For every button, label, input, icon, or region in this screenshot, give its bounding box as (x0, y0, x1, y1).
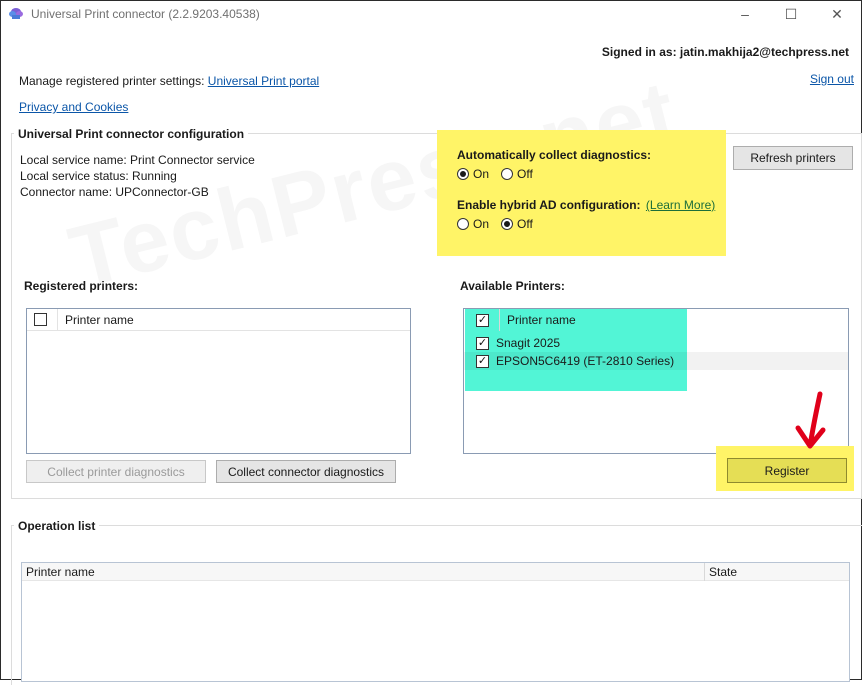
registered-column-printer-name[interactable]: Printer name (65, 313, 134, 327)
collect-connector-diagnostics-button[interactable]: Collect connector diagnostics (216, 460, 396, 483)
available-printers-label: Available Printers: (460, 279, 565, 293)
red-arrow-icon (795, 391, 826, 449)
hybrid-ad-radio-group: On Off (457, 217, 541, 231)
manage-settings-text: Manage registered printer settings: Univ… (19, 74, 319, 88)
sign-out-link[interactable]: Sign out (810, 72, 854, 86)
available-list-header: Printer name (464, 309, 848, 331)
hybrid-on-radio[interactable] (457, 218, 469, 230)
auto-diag-off-label: Off (517, 167, 533, 181)
auto-diag-on-radio[interactable] (457, 168, 469, 180)
service-status: Local service status: Running (20, 169, 177, 183)
close-button[interactable]: ✕ (814, 2, 860, 26)
maximize-button[interactable]: ☐ (768, 2, 814, 26)
manage-settings-label: Manage registered printer settings: (19, 74, 205, 88)
registered-printers-label: Registered printers: (24, 279, 139, 293)
signed-in-label: Signed in as: jatin.makhija2@techpress.n… (601, 45, 849, 59)
registered-printers-list[interactable]: Printer name (26, 308, 411, 454)
portal-link[interactable]: Universal Print portal (208, 74, 319, 88)
list-item[interactable]: EPSON5C6419 (ET-2810 Series) (464, 352, 848, 370)
auto-diag-on-label: On (473, 167, 490, 181)
hybrid-off-label: Off (517, 217, 533, 231)
printer-name: EPSON5C6419 (ET-2810 Series) (496, 354, 675, 368)
auto-diag-off-radio[interactable] (501, 168, 514, 180)
printer-checkbox[interactable] (476, 354, 489, 368)
printer-name: Snagit 2025 (496, 336, 561, 350)
connector-name: Connector name: UPConnector-GB (20, 185, 209, 199)
hybrid-ad-label: Enable hybrid AD configuration: (457, 198, 641, 212)
operation-list-header: Printer name State (22, 562, 849, 581)
hybrid-off-radio[interactable] (501, 218, 514, 230)
service-name: Local service name: Print Connector serv… (20, 153, 255, 167)
refresh-printers-button[interactable]: Refresh printers (733, 146, 853, 170)
operation-list-table[interactable]: Printer name State (21, 562, 850, 682)
learn-more-link[interactable]: (Learn More) (646, 198, 715, 212)
title-bar: Universal Print connector (2.2.9203.4053… (1, 1, 861, 27)
privacy-link[interactable]: Privacy and Cookies (19, 100, 128, 114)
window-title: Universal Print connector (2.2.9203.4053… (31, 7, 260, 21)
minimize-button[interactable]: – (722, 2, 768, 26)
registered-list-header: Printer name (27, 308, 410, 331)
hybrid-ad-row: Enable hybrid AD configuration: (Learn M… (457, 198, 715, 212)
register-button[interactable]: Register (727, 458, 847, 483)
cloud-printer-icon (9, 8, 23, 19)
hybrid-on-label: On (473, 217, 490, 231)
list-item[interactable]: Snagit 2025 (464, 334, 848, 352)
auto-diagnostics-radio-group: On Off (457, 167, 541, 181)
operation-list-title: Operation list (14, 519, 100, 533)
available-select-all-checkbox[interactable] (476, 313, 489, 327)
config-group-title: Universal Print connector configuration (14, 127, 249, 141)
printer-checkbox[interactable] (476, 336, 489, 350)
auto-diagnostics-label: Automatically collect diagnostics: (457, 148, 652, 162)
registered-select-all-checkbox[interactable] (34, 313, 47, 326)
operation-column-state[interactable]: State (709, 565, 737, 579)
collect-printer-diagnostics-button[interactable]: Collect printer diagnostics (26, 460, 206, 483)
available-column-printer-name[interactable]: Printer name (507, 313, 576, 327)
operation-column-printer-name[interactable]: Printer name (26, 565, 704, 579)
